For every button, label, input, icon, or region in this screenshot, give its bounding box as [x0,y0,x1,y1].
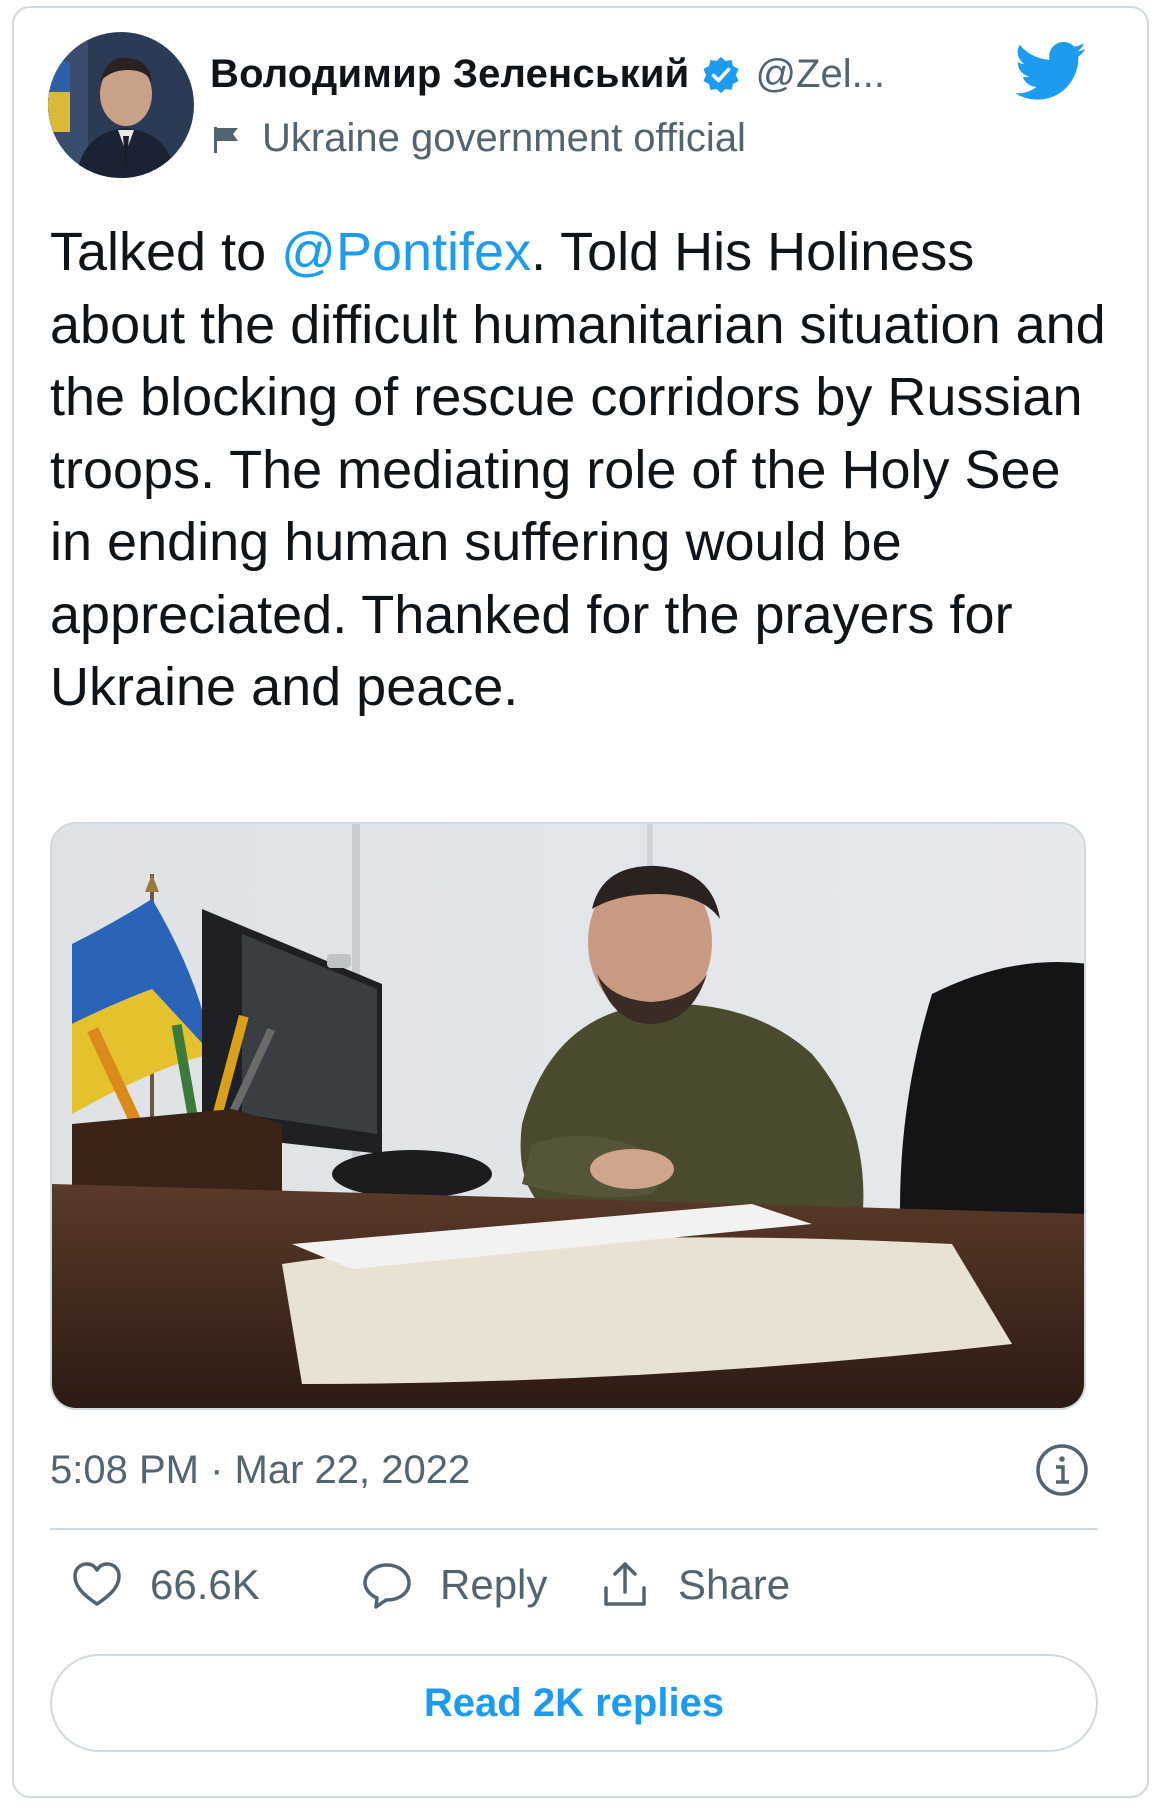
tweet-photo[interactable] [50,822,1086,1410]
like-button[interactable]: 66.6K [70,1558,260,1612]
tweet-timestamp[interactable]: 5:08 PM · Mar 22, 2022 [50,1448,470,1493]
share-label: Share [678,1561,791,1608]
twitter-bird-icon[interactable] [1014,42,1088,102]
tweet-actions: 66.6K Reply Share [50,1558,1090,1628]
avatar[interactable] [48,32,194,178]
share-icon [598,1558,652,1612]
affiliation-label: Ukraine government official [212,116,746,161]
tweet-text-after: . Told His Holiness about the difficult … [50,222,1106,717]
like-count: 66.6K [150,1561,260,1608]
author-display-name[interactable]: Володимир Зеленський [210,52,689,97]
divider [50,1528,1098,1530]
flag-icon [212,124,242,154]
heart-icon [70,1558,124,1612]
verified-badge-icon [701,55,741,95]
author-row[interactable]: Володимир Зеленський @Zel... [210,52,885,97]
speech-bubble-icon [360,1558,414,1612]
tweet-text: Talked to @Pontifex. Told His Holiness a… [50,216,1110,724]
share-button[interactable]: Share [598,1558,790,1612]
affiliation-label-text: Ukraine government official [262,116,746,160]
read-replies-button[interactable]: Read 2K replies [50,1654,1098,1752]
reply-button[interactable]: Reply [360,1558,547,1612]
info-icon[interactable] [1034,1442,1090,1498]
tweet-text-before: Talked to [50,222,282,282]
timestamp-row: 5:08 PM · Mar 22, 2022 [50,1442,1090,1502]
mention-link[interactable]: @Pontifex [281,222,531,282]
author-handle[interactable]: @Zel... [755,52,885,97]
reply-label: Reply [440,1561,548,1608]
